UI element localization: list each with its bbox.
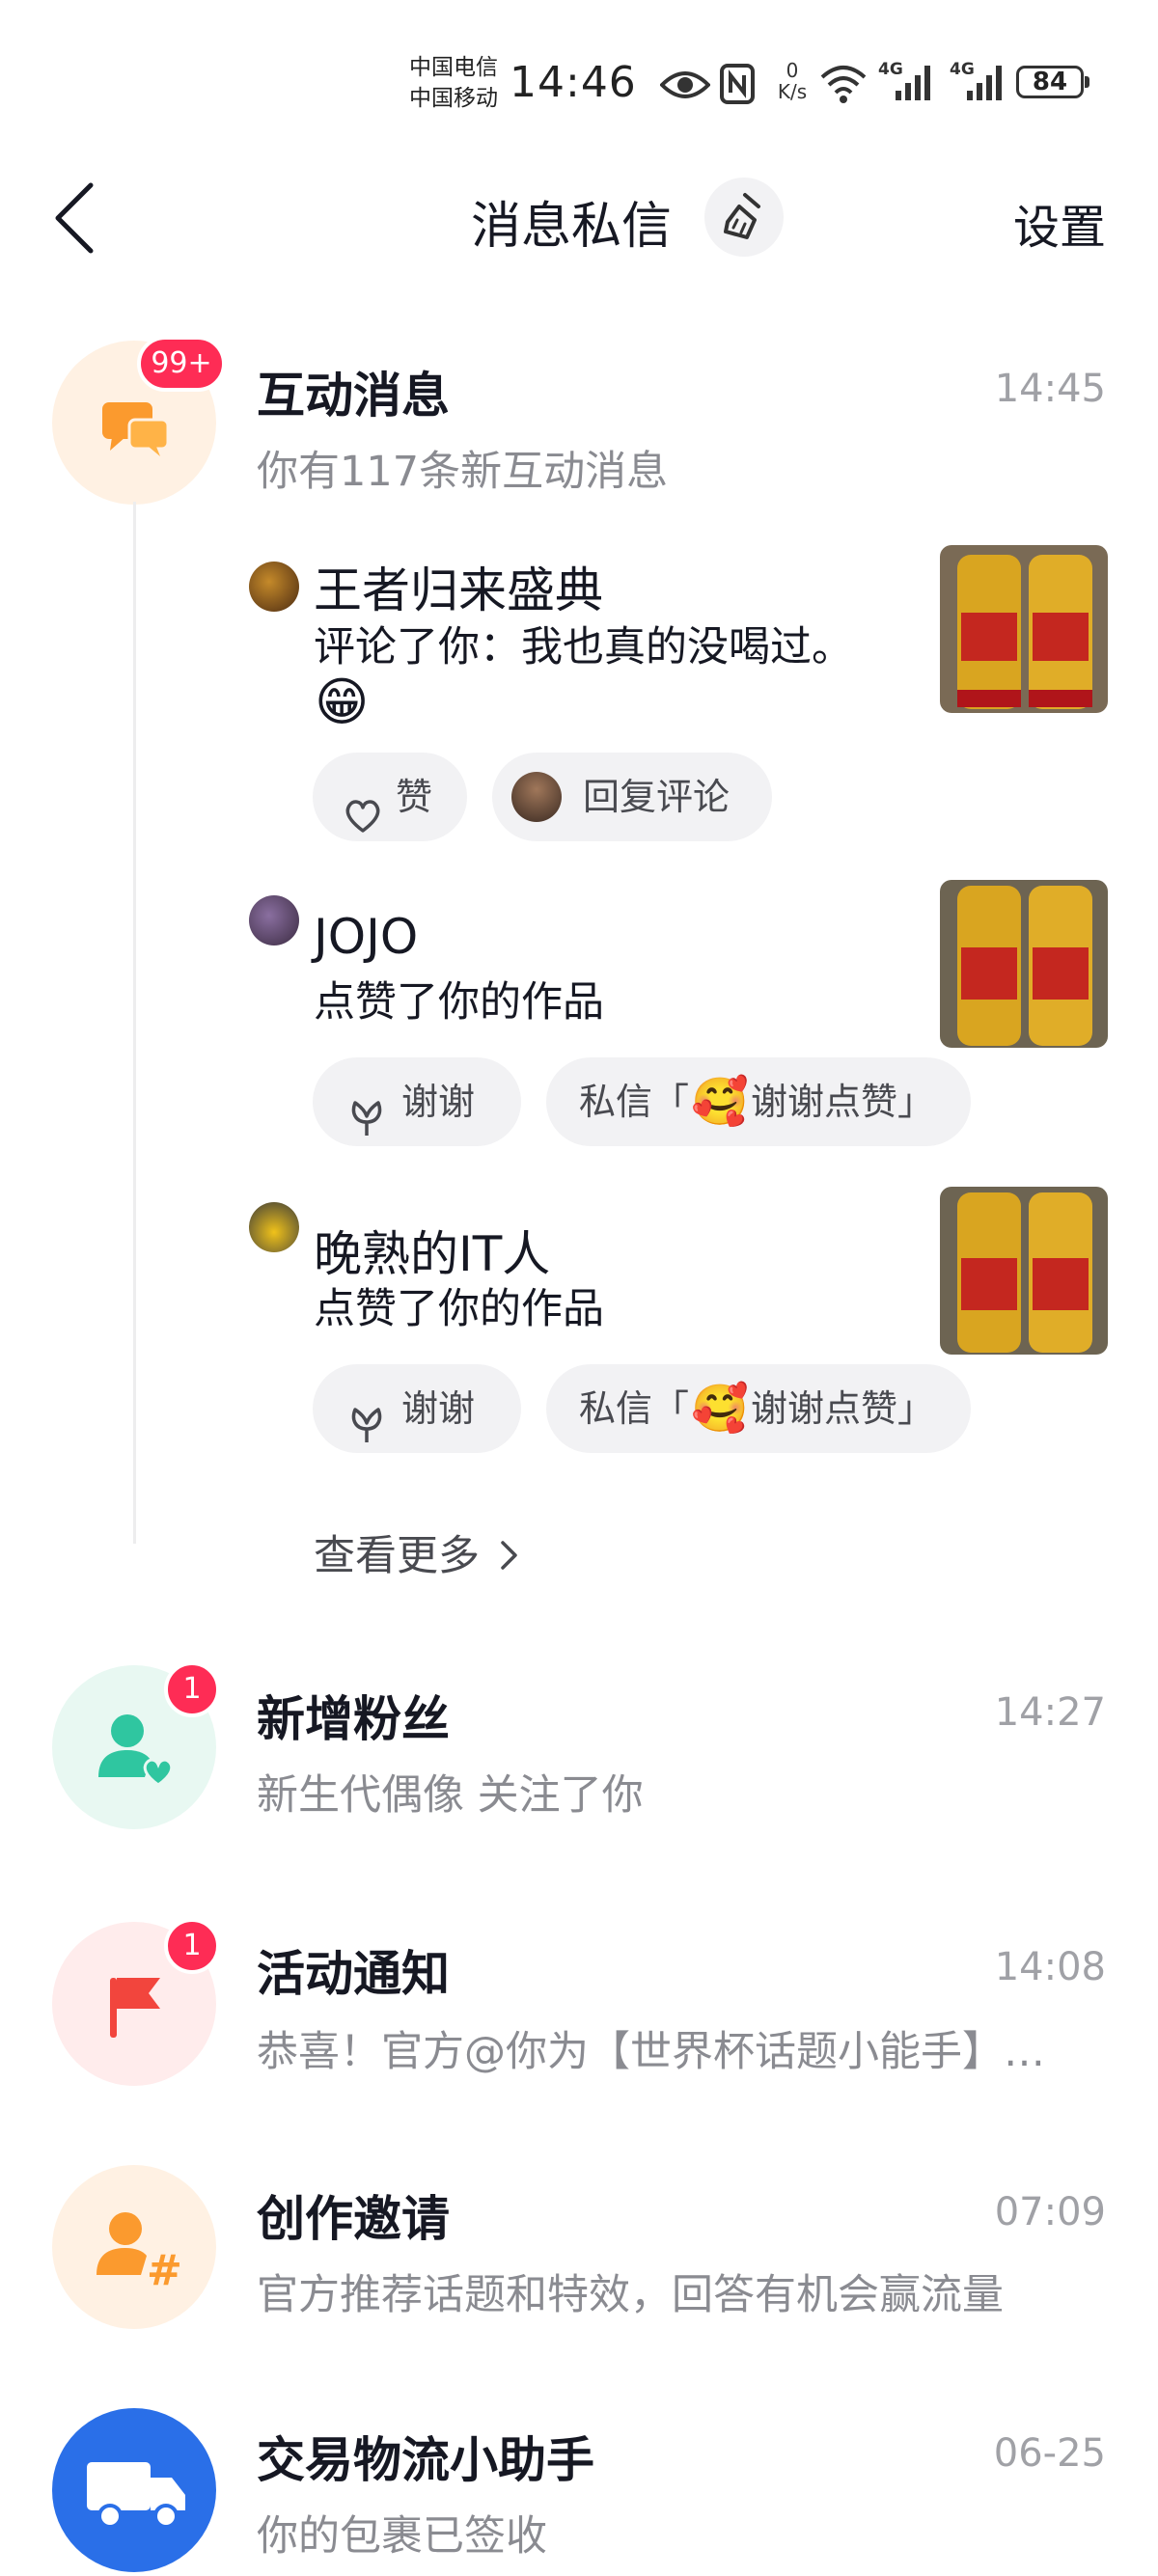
- grin-emoji: 😁: [315, 671, 370, 732]
- net-speed: 0 K/s: [777, 59, 808, 103]
- signal-icon-1: [880, 64, 934, 106]
- thread-line: [133, 502, 136, 1544]
- logistics-subtitle: 你的包裹已签收: [257, 2512, 547, 2561]
- creation-subtitle: 官方推荐话题和特效，回答有机会赢流量: [257, 2271, 1004, 2319]
- reply-comment-button[interactable]: 回复评论: [492, 753, 772, 841]
- page-title: 消息私信: [471, 198, 673, 256]
- svg-text:#: #: [147, 2246, 182, 2295]
- creation-time: 07:09: [994, 2190, 1106, 2234]
- my-avatar: [511, 772, 562, 822]
- signal-icon-2: [951, 64, 1006, 106]
- blush-emoji-icon: 🥰: [691, 1382, 749, 1436]
- status-time: 14:46: [510, 58, 637, 107]
- thanks-button[interactable]: 谢谢: [313, 1364, 521, 1453]
- new-followers-badge: 1: [164, 1661, 220, 1717]
- dm-thanks-button[interactable]: 私信「 🥰 谢谢点赞」: [546, 1364, 971, 1453]
- broom-icon: [724, 193, 760, 239]
- back-button[interactable]: [50, 179, 98, 260]
- chevron-right-icon: [500, 1541, 517, 1570]
- video-thumbnail[interactable]: [940, 880, 1108, 1048]
- video-thumbnail[interactable]: [940, 1187, 1108, 1355]
- back-arrow-icon: [55, 182, 94, 254]
- like-label: 赞: [396, 776, 433, 818]
- blush-emoji-icon: 🥰: [691, 1075, 749, 1129]
- heart-outline-icon: [344, 778, 382, 866]
- dm-thanks-button[interactable]: 私信「 🥰 谢谢点赞」: [546, 1057, 971, 1146]
- user-avatar[interactable]: [249, 1202, 299, 1252]
- user-name[interactable]: 王者归来盛典: [314, 552, 603, 621]
- thanks-label: 谢谢: [401, 1081, 476, 1123]
- thanks-label: 谢谢: [401, 1387, 476, 1430]
- carrier-1: 中国电信: [409, 55, 498, 80]
- dm-text: 谢谢点赞」: [751, 1387, 935, 1430]
- activity-time: 14:08: [994, 1945, 1106, 1989]
- thanks-button[interactable]: 谢谢: [313, 1057, 521, 1146]
- new-followers-time: 14:27: [994, 1690, 1106, 1735]
- creation-title: 创作邀请: [257, 2191, 450, 2247]
- reply-label: 回复评论: [583, 776, 731, 818]
- activity-title: 活动通知: [257, 1946, 450, 2002]
- settings-button[interactable]: 设置: [1013, 189, 1106, 257]
- clear-unread-button[interactable]: [704, 178, 784, 257]
- user-hashtag-icon: #: [96, 2212, 182, 2295]
- dm-text: 谢谢点赞」: [751, 1081, 935, 1123]
- logistics-avatar: [52, 2408, 216, 2572]
- interaction-subtitle: 你有117条新互动消息: [257, 448, 669, 496]
- thanks-flower-icon: [347, 1081, 386, 1169]
- interaction-time: 14:45: [994, 367, 1106, 411]
- comment-text: 评论了你：我也真的没喝过。: [314, 623, 853, 671]
- interaction-title: 互动消息: [257, 368, 450, 424]
- battery-indicator: 84: [1016, 66, 1089, 98]
- video-thumbnail[interactable]: [940, 545, 1108, 713]
- wifi-icon: [818, 62, 868, 108]
- new-followers-subtitle: 新生代偶像 关注了你: [257, 1771, 644, 1820]
- interaction-unread-badge: 99+: [137, 336, 226, 392]
- view-more-label: 查看更多: [314, 1532, 480, 1580]
- thanks-flower-icon: [347, 1387, 386, 1476]
- dm-prefix: 私信「: [579, 1387, 690, 1430]
- new-followers-title: 新增粉丝: [257, 1691, 450, 1747]
- eye-icon: [659, 68, 711, 106]
- user-avatar[interactable]: [249, 562, 299, 612]
- logistics-title: 交易物流小助手: [257, 2432, 594, 2488]
- like-text: 点赞了你的作品: [314, 978, 604, 1027]
- dm-prefix: 私信「: [579, 1081, 690, 1123]
- user-name[interactable]: JOJO: [314, 909, 418, 965]
- activity-badge: 1: [164, 1918, 220, 1974]
- logistics-time: 06-25: [993, 2431, 1106, 2476]
- view-more-link[interactable]: 查看更多: [314, 1522, 520, 1582]
- nfc-icon: [720, 64, 755, 108]
- truck-icon: [87, 2462, 185, 2529]
- user-avatar[interactable]: [249, 895, 299, 945]
- activity-subtitle: 恭喜！官方@你为【世界杯话题小能手】…: [257, 2028, 1045, 2076]
- creation-avatar: #: [52, 2165, 216, 2329]
- carrier-2: 中国移动: [409, 86, 498, 111]
- like-text: 点赞了你的作品: [314, 1285, 604, 1333]
- like-comment-button[interactable]: 赞: [313, 753, 467, 841]
